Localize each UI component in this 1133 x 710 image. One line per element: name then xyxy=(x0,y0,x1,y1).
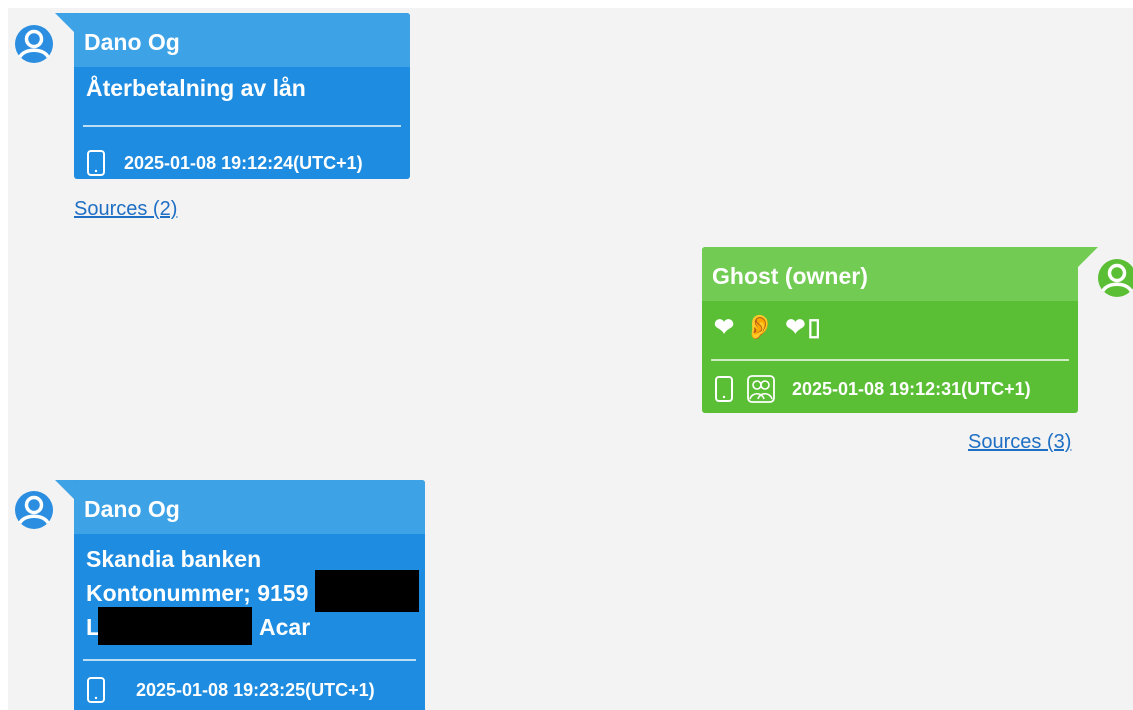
user-avatar-icon xyxy=(1098,259,1133,297)
message-line-end: Acar xyxy=(259,614,311,640)
sources-link[interactable]: Sources (3) xyxy=(968,431,1071,454)
user-avatar-icon xyxy=(15,25,53,63)
phone-icon xyxy=(87,677,105,703)
user-avatar-icon xyxy=(15,491,53,529)
sender-name: Ghost (owner) xyxy=(702,247,1078,301)
timestamp: 2025-01-08 19:12:24(UTC+1) xyxy=(124,152,363,173)
message-text: ❤ 👂 ❤▯ xyxy=(702,301,1078,342)
redaction-box xyxy=(98,607,252,645)
message-text: Återbetalning av lån xyxy=(86,75,306,101)
group-icon xyxy=(747,375,775,403)
bubble-tail xyxy=(1072,247,1098,273)
divider xyxy=(711,359,1069,361)
message-footer: 2025-01-08 19:23:25(UTC+1) xyxy=(74,670,425,710)
divider xyxy=(83,659,416,661)
sources-link[interactable]: Sources (2) xyxy=(74,198,177,221)
phone-icon xyxy=(715,376,733,402)
message-footer: 2025-01-08 19:12:31(UTC+1) xyxy=(702,369,1078,409)
message-bubble[interactable]: Ghost (owner) ❤ 👂 ❤▯ 2025-01-08 19:12:31… xyxy=(702,247,1078,413)
timestamp: 2025-01-08 19:12:31(UTC+1) xyxy=(792,378,1031,399)
message-bubble[interactable]: Dano Og Skandia banken Kontonummer; 9159… xyxy=(74,480,425,710)
timestamp: 2025-01-08 19:23:25(UTC+1) xyxy=(136,679,375,700)
phone-icon xyxy=(87,150,105,176)
message-emoji: ❤ 👂 ❤▯ xyxy=(714,314,823,341)
divider xyxy=(83,125,401,127)
sender-name: Dano Og xyxy=(74,480,425,534)
message-bubble[interactable]: Dano Og Återbetalning av lån 2025-01-08 … xyxy=(74,13,410,179)
redaction-box xyxy=(315,570,419,612)
chat-view: Dano Og Återbetalning av lån 2025-01-08 … xyxy=(8,8,1133,710)
sender-name: Dano Og xyxy=(74,13,410,67)
message-footer: 2025-01-08 19:12:24(UTC+1) xyxy=(74,143,410,183)
